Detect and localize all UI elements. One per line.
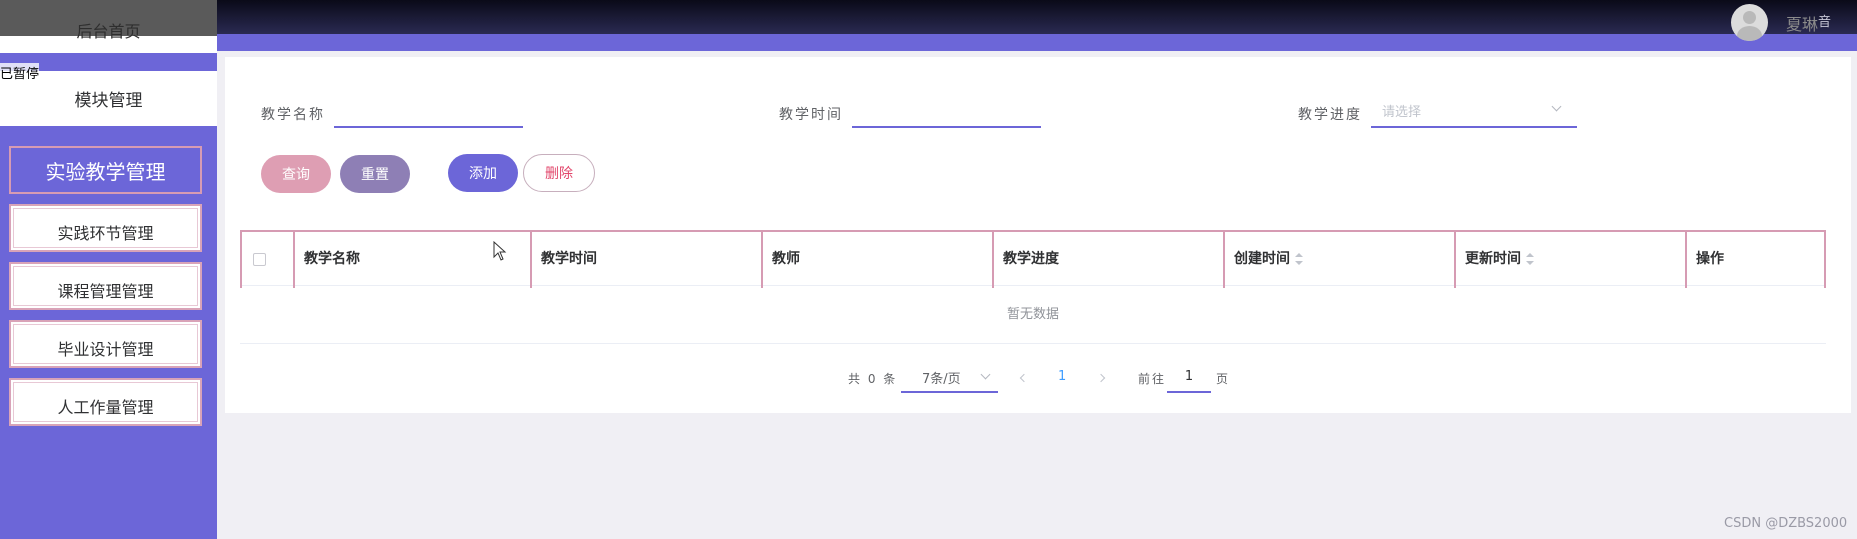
teaching-progress-select[interactable]: 请选择 bbox=[1371, 92, 1577, 128]
column-header-created-label: 创建时间 bbox=[1234, 251, 1290, 267]
next-page-icon[interactable] bbox=[1096, 373, 1106, 383]
prev-page-icon[interactable] bbox=[1019, 373, 1029, 383]
user-icon bbox=[1743, 11, 1756, 24]
table-empty-text: 暂无数据 bbox=[240, 286, 1826, 344]
goto-page-input[interactable] bbox=[1167, 361, 1211, 393]
sidebar-item-course[interactable]: 课程管理管理 bbox=[9, 262, 202, 310]
delete-button[interactable]: 删除 bbox=[523, 154, 595, 192]
table-header: 教学名称 教学时间 教师 教学进度 创建时间 更新时间 操作 bbox=[240, 230, 1826, 288]
column-header-actions: 操作 bbox=[1685, 232, 1826, 288]
mouse-cursor-icon bbox=[493, 241, 507, 261]
home-link[interactable]: 后台首页 bbox=[0, 0, 217, 53]
column-header-progress: 教学进度 bbox=[992, 232, 1223, 288]
chevron-down-icon bbox=[1551, 101, 1562, 112]
sidebar-item-practice[interactable]: 实践环节管理 bbox=[9, 204, 202, 252]
select-all-checkbox[interactable] bbox=[253, 253, 266, 266]
sidebar-item-experiment-teaching[interactable]: 实验教学管理 bbox=[9, 146, 202, 194]
pagination-total: 共 0 条 bbox=[848, 372, 898, 386]
teaching-time-input[interactable] bbox=[852, 92, 1041, 128]
sidebar-item-label: 实践环节管理 bbox=[57, 224, 154, 243]
sidebar-item-label: 课程管理管理 bbox=[57, 282, 154, 301]
main-panel: 教学名称 教学时间 教学进度 请选择 查询 重置 添加 删除 教学名称 教学时间… bbox=[225, 57, 1851, 413]
add-button[interactable]: 添加 bbox=[448, 154, 518, 192]
teaching-progress-placeholder: 请选择 bbox=[1382, 105, 1422, 120]
home-link-label: 后台首页 bbox=[76, 22, 141, 41]
avatar[interactable] bbox=[1731, 4, 1768, 41]
teaching-name-label: 教学名称 bbox=[261, 107, 325, 123]
top-header bbox=[217, 0, 1857, 51]
column-header-time: 教学时间 bbox=[530, 232, 761, 288]
query-button[interactable]: 查询 bbox=[261, 155, 331, 193]
chevron-down-icon bbox=[980, 369, 991, 380]
watermark: CSDN @DZBS2000 bbox=[1724, 516, 1848, 531]
column-header-created[interactable]: 创建时间 bbox=[1223, 232, 1454, 288]
sort-icon[interactable] bbox=[1526, 253, 1534, 265]
teaching-name-input[interactable] bbox=[334, 92, 523, 128]
teaching-progress-label: 教学进度 bbox=[1298, 107, 1362, 123]
goto-label: 前往 bbox=[1138, 372, 1167, 386]
sidebar-item-label: 毕业设计管理 bbox=[57, 340, 154, 359]
page-size-select[interactable]: 7条/页 bbox=[901, 359, 998, 393]
select-all-cell bbox=[240, 232, 293, 288]
column-header-teacher: 教师 bbox=[761, 232, 992, 288]
sidebar-item-label: 人工作量管理 bbox=[57, 398, 154, 417]
page-size-value: 7条/页 bbox=[922, 372, 961, 387]
page-unit-label: 页 bbox=[1216, 372, 1229, 386]
teaching-time-label: 教学时间 bbox=[779, 107, 843, 123]
current-page-number[interactable]: 1 bbox=[1058, 369, 1066, 384]
user-name[interactable]: 夏琳 bbox=[1786, 11, 1818, 35]
user-role: 音 bbox=[1818, 15, 1832, 30]
paused-overlay-label: 已暂停 bbox=[0, 63, 40, 82]
sidebar-item-workload[interactable]: 人工作量管理 bbox=[9, 378, 202, 426]
reset-button[interactable]: 重置 bbox=[340, 155, 410, 193]
teaching-table: 教学名称 教学时间 教师 教学进度 创建时间 更新时间 操作 暂无数据 bbox=[240, 230, 1826, 344]
sidebar-item-graduation-design[interactable]: 毕业设计管理 bbox=[9, 320, 202, 368]
header-accent-bar bbox=[217, 34, 1857, 51]
column-header-updated[interactable]: 更新时间 bbox=[1454, 232, 1685, 288]
column-header-updated-label: 更新时间 bbox=[1465, 251, 1521, 267]
sort-icon[interactable] bbox=[1295, 253, 1303, 265]
